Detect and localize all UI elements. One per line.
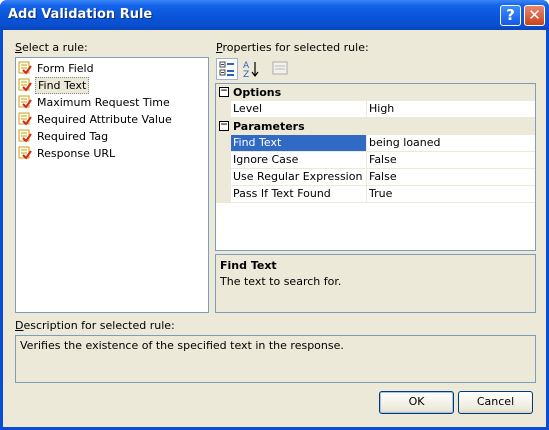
help-button[interactable]: ? [500,5,521,26]
grid-row-margin [216,135,231,152]
select-rule-label-text: elect a rule: [21,41,88,54]
grid-row-margin [216,101,231,118]
description-label: Description for selected rule: [15,319,175,332]
property-value[interactable]: High [367,101,535,118]
property-help-title: Find Text [220,259,277,272]
property-pages-icon [272,61,288,75]
description-label-text: escription for selected rule: [23,319,175,332]
property-name[interactable]: Pass If Text Found [231,186,367,203]
alphabetical-sort-icon: A Z [243,61,259,80]
property-name[interactable]: Level [231,101,367,118]
select-rule-label: Select a rule: [15,41,88,54]
svg-text:Z: Z [243,70,249,80]
properties-label: Properties for selected rule: [216,41,369,54]
grid-row-margin [216,152,231,169]
property-name[interactable]: Find Text [231,135,367,152]
description-text: Verifies the existence of the specified … [20,339,344,352]
property-value[interactable]: being loaned [367,135,535,152]
rule-label: Required Attribute Value [37,113,172,126]
close-button[interactable]: ✕ [524,5,545,26]
property-help-box: Find Text The text to search for. [215,254,536,313]
validation-rule-icon [18,146,32,160]
window-title: Add Validation Rule [8,7,153,22]
rule-label: Maximum Request Time [37,96,170,109]
property-grid[interactable]: − Options Level High − Parameters Find Text bei… [215,83,536,251]
property-name[interactable]: Ignore Case [231,152,367,169]
rule-list-item[interactable]: Required Tag [18,128,206,145]
property-pages-button[interactable] [270,58,292,80]
collapse-icon[interactable]: − [219,121,229,131]
validation-rule-icon [18,129,32,143]
grid-property-row[interactable]: Pass If Text Found True [216,186,535,203]
property-value[interactable]: False [367,152,535,169]
grid-property-row[interactable]: Ignore Case False [216,152,535,169]
validation-rule-icon [18,95,32,109]
property-help-text: The text to search for. [220,275,342,288]
grid-property-row[interactable]: Level High [216,101,535,118]
dialog-window: Add Validation Rule ? ✕ Select a rule: F… [0,0,549,430]
categorized-button[interactable] [216,58,238,80]
property-value[interactable]: False [367,169,535,186]
dialog-body: Select a rule: Form Field Find Text Maximu… [3,30,546,427]
cancel-button[interactable]: Cancel [458,391,533,414]
grid-category-label: Options [233,86,282,99]
rule-list-item[interactable]: Maximum Request Time [18,94,206,111]
validation-rule-icon [18,61,32,75]
rule-list-item[interactable]: Response URL [18,145,206,162]
rule-list-item[interactable]: Required Attribute Value [18,111,206,128]
grid-property-row[interactable]: Use Regular Expression False [216,169,535,186]
rule-label: Required Tag [37,130,109,143]
rule-label: Find Text [35,77,90,94]
rule-label: Response URL [37,147,116,160]
grid-row-margin [216,169,231,186]
property-value[interactable]: True [367,186,535,203]
select-rule-label-mnemonic: S [15,41,22,54]
properties-label-text: roperties for selected rule: [222,41,369,54]
ok-button[interactable]: OK [379,391,454,414]
property-name[interactable]: Use Regular Expression [231,169,367,186]
description-box: Verifies the existence of the specified … [15,335,536,383]
rule-label: Form Field [37,62,94,75]
grid-property-row[interactable]: Find Text being loaned [216,135,535,152]
property-toolbar: A Z [216,58,536,82]
rule-list[interactable]: Form Field Find Text Maximum Request Time R… [15,57,209,313]
validation-rule-icon [18,112,32,126]
grid-category[interactable]: − Parameters [216,118,535,135]
grid-category-label: Parameters [233,120,305,133]
validation-rule-icon [18,78,32,92]
rule-list-item[interactable]: Form Field [18,60,206,77]
title-bar[interactable]: Add Validation Rule ? ✕ [0,0,549,30]
grid-row-margin [216,186,231,203]
alphabetical-button[interactable]: A Z [240,58,262,80]
grid-category[interactable]: − Options [216,84,535,101]
collapse-icon[interactable]: − [219,87,229,97]
categorized-icon [219,61,234,76]
rule-list-item[interactable]: Find Text [18,77,206,94]
